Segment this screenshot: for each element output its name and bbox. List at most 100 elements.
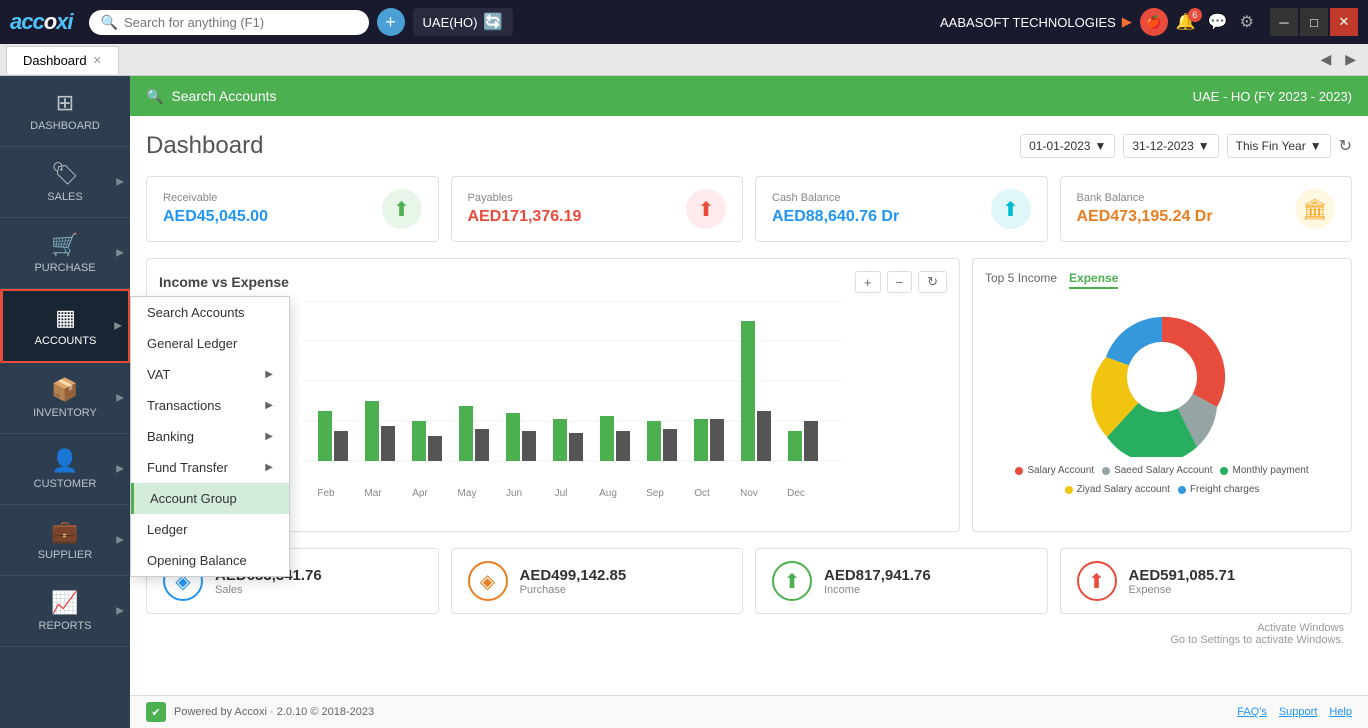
maximize-button[interactable]: □	[1300, 8, 1328, 36]
svg-text:Oct: Oct	[694, 488, 710, 499]
date-from-filter[interactable]: 01-01-2023 ▼	[1020, 134, 1115, 158]
menu-search-accounts[interactable]: Search Accounts	[131, 297, 289, 328]
legend-freight: Freight charges	[1178, 484, 1259, 495]
payables-amount: AED171,376.19	[468, 208, 582, 226]
accounts-dropdown-menu: Search Accounts General Ledger VAT Trans…	[130, 296, 290, 577]
purchase-label: Purchase	[520, 584, 627, 596]
period-arrow: ▼	[1310, 139, 1322, 153]
zoom-in-button[interactable]: +	[855, 271, 881, 293]
sidebar-item-supplier[interactable]: 💼 SUPPLIER ▶	[0, 505, 130, 576]
tab-dashboard[interactable]: Dashboard ✕	[6, 46, 119, 74]
menu-general-ledger[interactable]: General Ledger	[131, 328, 289, 359]
sidebar-label-dashboard: DASHBOARD	[30, 120, 100, 132]
customer-icon: 👤	[51, 448, 78, 474]
summary-cards: Receivable AED45,045.00 ⬆ Payables AED17…	[146, 176, 1352, 242]
menu-vat[interactable]: VAT	[131, 359, 289, 390]
tab-scroll-right[interactable]: ▶	[1339, 49, 1362, 70]
sidebar-label-accounts: ACCOUNTS	[35, 335, 97, 347]
minimize-button[interactable]: ─	[1270, 8, 1298, 36]
ziyad-legend-dot	[1065, 486, 1073, 494]
add-button[interactable]: +	[377, 8, 405, 36]
legend-monthly-payment: Monthly payment	[1220, 465, 1308, 476]
search-accounts-left[interactable]: 🔍 Search Accounts	[146, 88, 277, 105]
period-filter[interactable]: This Fin Year ▼	[1227, 134, 1331, 158]
salary-legend-label: Salary Account	[1027, 465, 1094, 476]
income-amount: AED817,941.76	[824, 567, 931, 584]
tab-bar: Dashboard ✕ ◀ ▶	[0, 44, 1368, 76]
settings-icon[interactable]: ⚙	[1240, 12, 1254, 32]
sidebar-item-inventory[interactable]: 📦 INVENTORY ▶	[0, 363, 130, 434]
notification-icon[interactable]: 🔔 6	[1176, 12, 1196, 32]
global-search-input[interactable]	[124, 15, 344, 30]
global-search-box[interactable]: 🔍	[89, 10, 369, 35]
top-icons: 🔔 6 💬 ⚙	[1176, 12, 1254, 32]
purchase-bottom-info: AED499,142.85 Purchase	[520, 567, 627, 596]
footer-logo: ✔	[146, 702, 166, 722]
supplier-icon: 💼	[51, 519, 78, 545]
dashboard-header: Dashboard 01-01-2023 ▼ 31-12-2023 ▼ This…	[146, 132, 1352, 160]
message-icon[interactable]: 💬	[1208, 12, 1228, 32]
sidebar-item-sales[interactable]: 🏷 SALES ▶	[0, 147, 130, 218]
bank-balance-label: Bank Balance	[1077, 192, 1213, 204]
tab-dashboard-close[interactable]: ✕	[93, 54, 102, 67]
top5-income-tab[interactable]: Top 5 Income	[985, 271, 1057, 289]
search-accounts-bar[interactable]: 🔍 Search Accounts UAE - HO (FY 2023 - 20…	[130, 76, 1368, 116]
sidebar-item-reports[interactable]: 📈 REPORTS ▶	[0, 576, 130, 647]
sidebar-label-customer: CUSTOMER	[34, 478, 97, 490]
payables-icon: ⬆	[686, 189, 726, 229]
sidebar: ⊞ DASHBOARD 🏷 SALES ▶ 🛒 PURCHASE ▶ ▦ ACC…	[0, 76, 130, 728]
dashboard-title: Dashboard	[146, 132, 1020, 160]
avatar[interactable]: 🍎	[1140, 8, 1168, 36]
freight-legend-dot	[1178, 486, 1186, 494]
tab-scroll-left[interactable]: ◀	[1314, 49, 1337, 70]
period-value: This Fin Year	[1236, 139, 1306, 153]
menu-opening-balance[interactable]: Opening Balance	[131, 545, 289, 576]
menu-transactions[interactable]: Transactions	[131, 390, 289, 421]
donut-chart-card: Top 5 Income Expense	[972, 258, 1352, 532]
footer-help-link[interactable]: Help	[1329, 706, 1352, 718]
sales-label: Sales	[215, 584, 322, 596]
sidebar-item-purchase[interactable]: 🛒 PURCHASE ▶	[0, 218, 130, 289]
receivable-card: Receivable AED45,045.00 ⬆	[146, 176, 439, 242]
svg-text:Jun: Jun	[506, 488, 522, 499]
footer-support-link[interactable]: Support	[1279, 706, 1318, 718]
purchase-bottom-card: ◈ AED499,142.85 Purchase	[451, 548, 744, 614]
cash-balance-card: Cash Balance AED88,640.76 Dr ⬆	[755, 176, 1048, 242]
monthly-legend-dot	[1220, 467, 1228, 475]
income-bottom-card: ⬆ AED817,941.76 Income	[755, 548, 1048, 614]
company-refresh-button[interactable]: 🔄	[483, 12, 503, 32]
income-label: Income	[824, 584, 931, 596]
footer-faq-link[interactable]: FAQ's	[1237, 706, 1267, 718]
sidebar-item-customer[interactable]: 👤 CUSTOMER ▶	[0, 434, 130, 505]
top5-expense-tab[interactable]: Expense	[1069, 271, 1118, 289]
ziyad-legend-label: Ziyad Salary account	[1077, 484, 1170, 495]
bar-chart-header: Income vs Expense + − ↻	[159, 271, 947, 293]
date-to-filter[interactable]: 31-12-2023 ▼	[1123, 134, 1218, 158]
expense-amount: AED591,085.71	[1129, 567, 1236, 584]
search-icon: 🔍	[101, 14, 118, 31]
menu-account-group[interactable]: Account Group	[131, 483, 289, 514]
sidebar-item-accounts[interactable]: ▦ ACCOUNTS ▶	[0, 289, 130, 363]
menu-banking[interactable]: Banking	[131, 421, 289, 452]
donut-area: Salary Account Saeed Salary Account Mont…	[985, 297, 1339, 495]
income-bottom-info: AED817,941.76 Income	[824, 567, 931, 596]
dashboard-icon: ⊞	[56, 90, 74, 116]
menu-fund-transfer[interactable]: Fund Transfer	[131, 452, 289, 483]
customer-arrow-icon: ▶	[116, 464, 124, 475]
cash-balance-amount: AED88,640.76 Dr	[772, 208, 899, 226]
svg-text:Sep: Sep	[646, 488, 664, 499]
menu-ledger[interactable]: Ledger	[131, 514, 289, 545]
close-button[interactable]: ✕	[1330, 8, 1358, 36]
saeed-legend-label: Saeed Salary Account	[1114, 465, 1212, 476]
company-code: UAE(HO)	[423, 15, 478, 30]
refresh-chart-button[interactable]: ↻	[918, 271, 947, 293]
window-controls: ─ □ ✕	[1270, 8, 1358, 36]
dashboard-refresh-button[interactable]: ↻	[1339, 136, 1352, 156]
zoom-out-button[interactable]: −	[887, 271, 913, 293]
sidebar-item-dashboard[interactable]: ⊞ DASHBOARD	[0, 76, 130, 147]
main-layout: ⊞ DASHBOARD 🏷 SALES ▶ 🛒 PURCHASE ▶ ▦ ACC…	[0, 76, 1368, 728]
svg-text:Feb: Feb	[317, 488, 335, 499]
company-info: UAE - HO (FY 2023 - 2023)	[1193, 89, 1352, 104]
reports-arrow-icon: ▶	[116, 606, 124, 617]
company-selector[interactable]: UAE(HO) 🔄	[413, 8, 514, 36]
